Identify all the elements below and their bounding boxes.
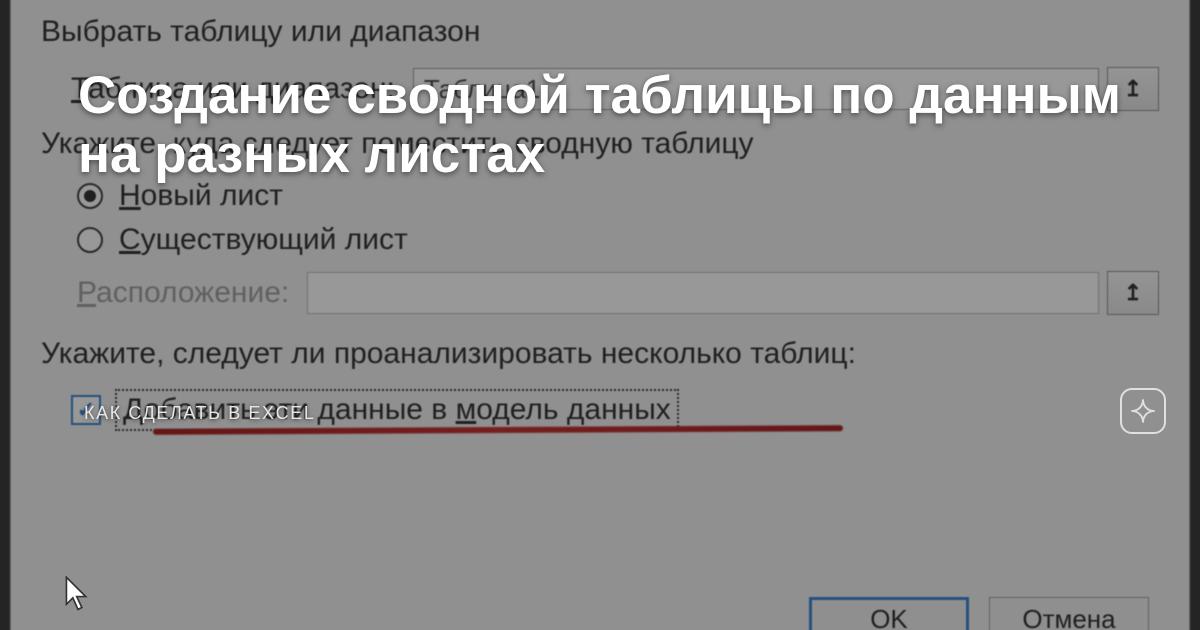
radio-existing-sheet-label: Существующий лист [119, 223, 408, 257]
location-input[interactable] [307, 272, 1099, 314]
cancel-button[interactable]: Отмена [989, 597, 1149, 630]
channel-name: КАК СДЕЛАТЬ В EXCEL [84, 403, 315, 424]
headline-text: Создание сводной таблицы по данным на ра… [78, 66, 1140, 185]
radio-existing-sheet-row[interactable]: Существующий лист [77, 223, 1159, 257]
ok-button[interactable]: OK [809, 597, 969, 630]
radio-new-sheet[interactable] [77, 183, 103, 209]
location-row: Расположение: ↥ [77, 271, 1159, 315]
radio-existing-sheet[interactable] [77, 227, 103, 253]
dialog-button-row: OK Отмена [809, 597, 1149, 630]
star-sparkle-icon [1129, 397, 1157, 425]
thumbnail-stage: Выбрать таблицу или диапазон Таблица или… [0, 0, 1200, 630]
collapse-location-button[interactable]: ↥ [1107, 271, 1159, 315]
zen-platform-icon [1120, 388, 1166, 434]
arrow-up-icon: ↥ [1124, 280, 1142, 306]
analyze-section-title: Укажите, следует ли проанализировать нес… [41, 337, 1159, 371]
select-range-section-title: Выбрать таблицу или диапазон [41, 15, 1159, 49]
location-label: Расположение: [77, 276, 289, 310]
